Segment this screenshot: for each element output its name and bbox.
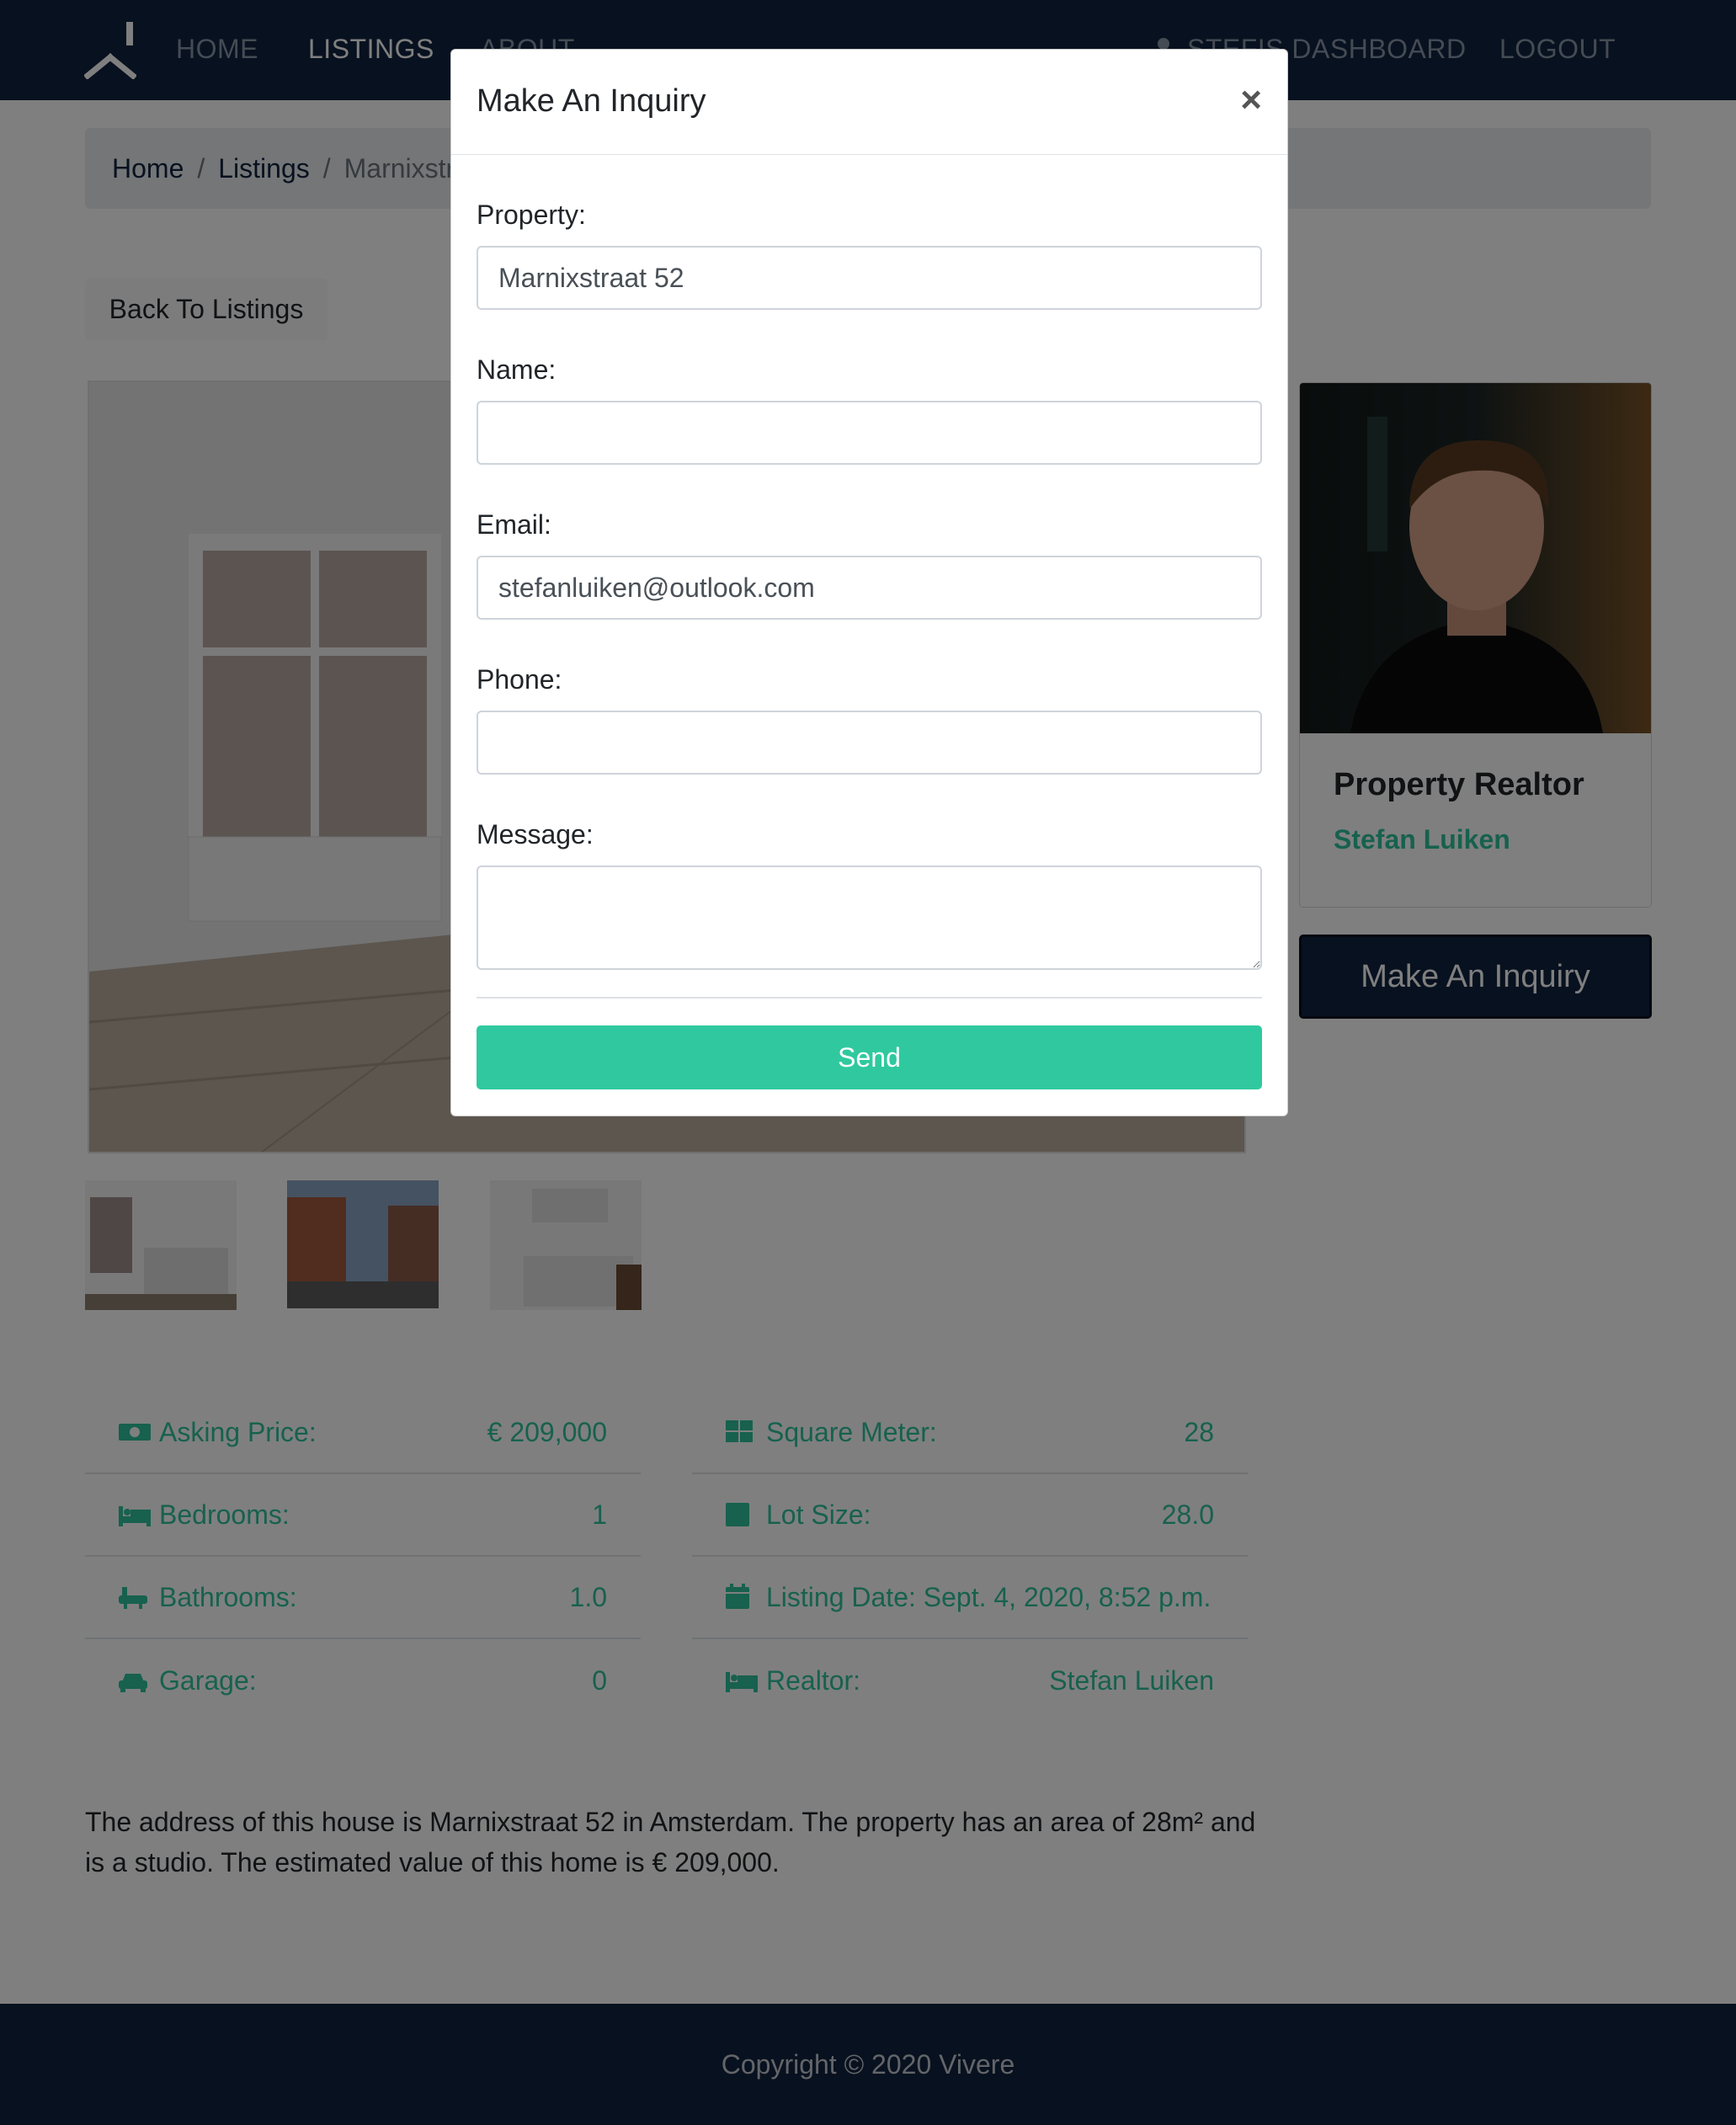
property-label: Property: — [477, 200, 586, 230]
message-textarea[interactable] — [477, 865, 1262, 970]
phone-label: Phone: — [477, 664, 562, 695]
message-label: Message: — [477, 819, 594, 849]
email-label: Email: — [477, 509, 551, 540]
email-input[interactable] — [477, 556, 1262, 620]
property-input[interactable] — [477, 246, 1262, 310]
name-input[interactable] — [477, 401, 1262, 465]
phone-input[interactable] — [477, 711, 1262, 775]
close-icon[interactable]: × — [1240, 82, 1262, 119]
inquiry-modal: Make An Inquiry × Property: Name: Email:… — [450, 49, 1288, 1116]
name-label: Name: — [477, 354, 556, 385]
modal-title: Make An Inquiry — [477, 83, 706, 119]
send-button[interactable]: Send — [477, 1025, 1262, 1089]
modal-header: Make An Inquiry × — [451, 50, 1287, 155]
modal-divider — [477, 997, 1262, 999]
